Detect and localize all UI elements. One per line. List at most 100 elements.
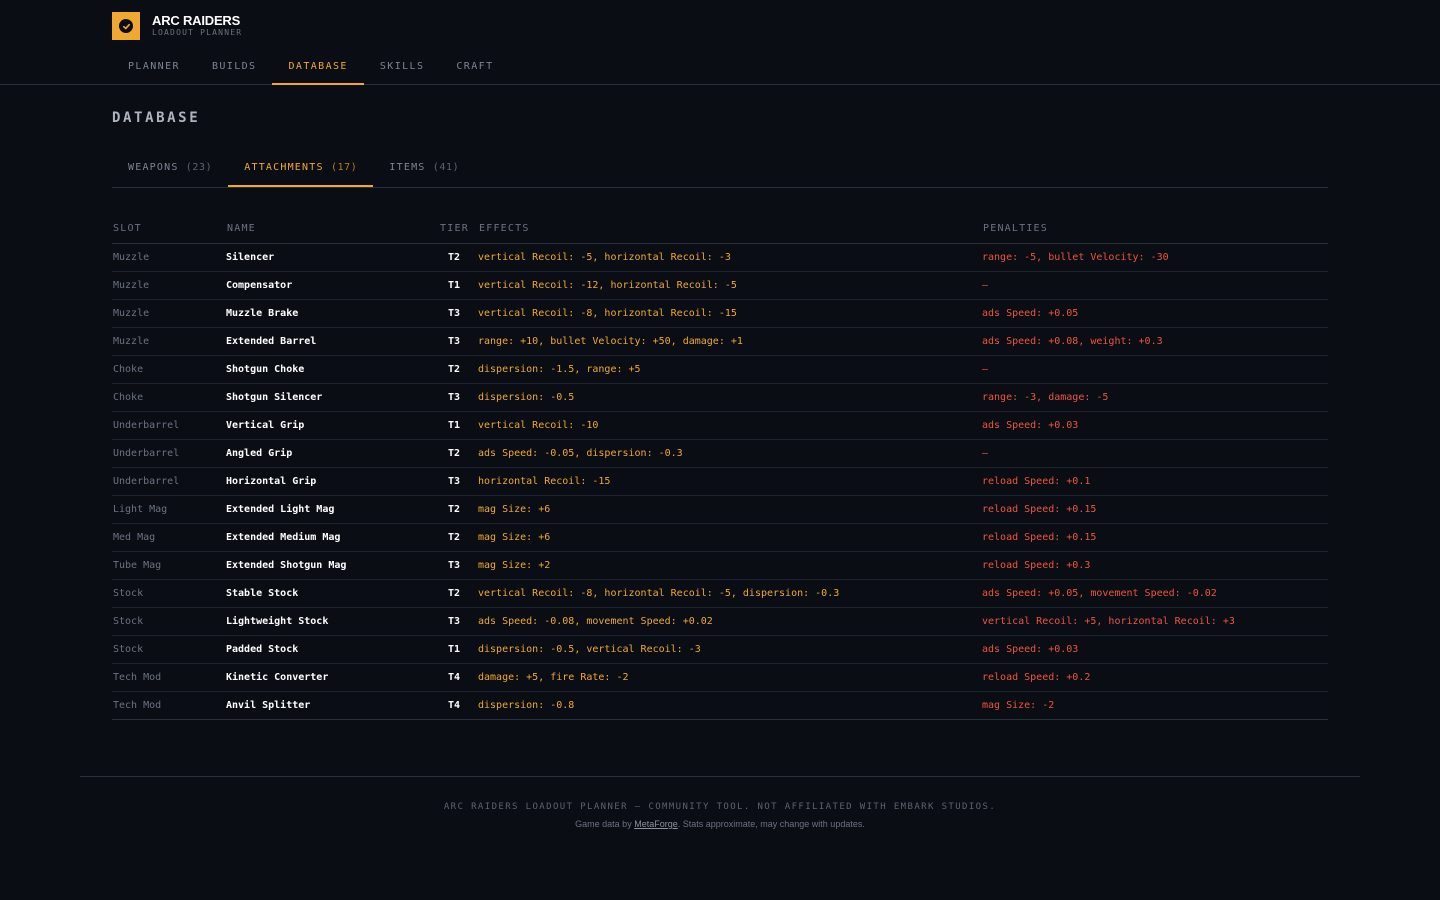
subtab-attachments[interactable]: ATTACHMENTS (17) [228,152,374,187]
table-row[interactable]: Choke Shotgun Choke T2 dispersion: -1.5, ra… [112,355,1328,384]
penalties-cell: — [982,355,1328,384]
effects-cell: dispersion: -1.5, range: +5 [478,355,982,384]
table-row[interactable]: Choke Shotgun Silencer T3 dispersion: -0.5 r… [112,383,1328,412]
table-row[interactable]: Stock Stable Stock T2 vertical Recoil: -8, … [112,579,1328,608]
nav-tab-craft[interactable]: CRAFT [440,54,509,85]
table-row[interactable]: Light Mag Extended Light Mag T2 mag Size: +… [112,495,1328,524]
name-cell: Lightweight Stock [226,607,430,636]
attachments-table: SLOT NAME TIER EFFECTS PENALTIES Muzzle S… [112,214,1328,720]
effects-cell: damage: +5, fire Rate: -2 [478,663,982,692]
slot-cell: Stock [112,607,226,636]
penalties-cell: vertical Recoil: +5, horizontal Recoil: … [982,607,1328,636]
table-row[interactable]: Tech Mod Anvil Splitter T4 dispersion: -0.8… [112,691,1328,720]
table-row[interactable]: Muzzle Muzzle Brake T3 vertical Recoil: -8,… [112,299,1328,328]
slot-cell: Stock [112,635,226,664]
name-cell: Shotgun Choke [226,355,430,384]
tier-cell: T2 [430,523,478,552]
effects-cell: ads Speed: -0.05, dispersion: -0.3 [478,439,982,468]
subtab-count: (41) [432,162,460,173]
table-row[interactable]: Underbarrel Angled Grip T2 ads Speed: -0.05… [112,439,1328,468]
slot-cell: Muzzle [112,271,226,300]
table-row[interactable]: Underbarrel Horizontal Grip T3 horizontal R… [112,467,1328,496]
effects-cell: ads Speed: -0.08, movement Speed: +0.02 [478,607,982,636]
table-row[interactable]: Stock Lightweight Stock T3 ads Speed: -0.08… [112,607,1328,636]
main-nav: PLANNER BUILDS DATABASE SKILLS CRAFT [112,54,510,85]
effects-cell: dispersion: -0.5, vertical Recoil: -3 [478,635,982,664]
tier-cell: T3 [430,383,478,412]
page-footer: ARC RAIDERS LOADOUT PLANNER — COMMUNITY … [80,776,1360,829]
table-row[interactable]: Tube Mag Extended Shotgun Mag T3 mag Size: … [112,551,1328,580]
footer-credits-suffix: . Stats approximate, may change with upd… [677,819,865,829]
nav-tab-database[interactable]: DATABASE [272,54,364,85]
name-cell: Stable Stock [226,579,430,608]
slot-cell: Med Mag [112,523,226,552]
database-subtabs: WEAPONS (23) ATTACHMENTS (17) ITEMS (41) [112,152,1328,188]
effects-cell: vertical Recoil: -12, horizontal Recoil:… [478,271,982,300]
effects-cell: mag Size: +2 [478,551,982,580]
effects-cell: vertical Recoil: -8, horizontal Recoil: … [478,579,982,608]
name-cell: Extended Barrel [226,327,430,356]
effects-cell: vertical Recoil: -5, horizontal Recoil: … [478,243,982,272]
name-cell: Horizontal Grip [226,467,430,496]
name-cell: Muzzle Brake [226,299,430,328]
tier-cell: T4 [430,663,478,692]
penalties-cell: — [982,439,1328,468]
effects-cell: dispersion: -0.5 [478,383,982,412]
name-cell: Extended Shotgun Mag [226,551,430,580]
slot-cell: Underbarrel [112,411,226,440]
name-cell: Anvil Splitter [226,691,430,720]
footer-disclaimer: ARC RAIDERS LOADOUT PLANNER — COMMUNITY … [443,802,997,812]
table-row[interactable]: Muzzle Extended Barrel T3 range: +10, bulle… [112,327,1328,356]
tier-cell: T1 [430,411,478,440]
nav-tab-builds[interactable]: BUILDS [196,54,273,85]
name-cell: Padded Stock [226,635,430,664]
column-header-slot[interactable]: SLOT [112,214,226,244]
slot-cell: Muzzle [112,243,226,272]
name-cell: Kinetic Converter [226,663,430,692]
tier-cell: T2 [430,495,478,524]
tier-cell: T2 [430,439,478,468]
subtab-weapons[interactable]: WEAPONS (23) [112,152,228,187]
footer-credits: Game data by MetaForge. Stats approximat… [80,819,1360,829]
slot-cell: Underbarrel [112,467,226,496]
table-row[interactable]: Med Mag Extended Medium Mag T2 mag Size: +6… [112,523,1328,552]
name-cell: Vertical Grip [226,411,430,440]
penalties-cell: reload Speed: +0.3 [982,551,1328,580]
column-header-tier[interactable]: TIER [430,214,478,244]
slot-cell: Light Mag [112,495,226,524]
slot-cell: Muzzle [112,327,226,356]
table-row[interactable]: Muzzle Compensator T1 vertical Recoil: -12,… [112,271,1328,300]
subtab-label: ITEMS [389,162,426,173]
page-title: DATABASE [112,110,201,126]
slot-cell: Choke [112,383,226,412]
tier-cell: T3 [430,299,478,328]
table-row[interactable]: Underbarrel Vertical Grip T1 vertical Recoi… [112,411,1328,440]
effects-cell: mag Size: +6 [478,523,982,552]
footer-credits-prefix: Game data by [575,819,632,829]
table-row[interactable]: Tech Mod Kinetic Converter T4 damage: +5, f… [112,663,1328,692]
name-cell: Shotgun Silencer [226,383,430,412]
effects-cell: range: +10, bullet Velocity: +50, damage… [478,327,982,356]
tier-cell: T1 [430,635,478,664]
brand-title: ARC RAIDERS [152,13,241,28]
logo[interactable] [112,12,140,40]
subtab-items[interactable]: ITEMS (41) [373,152,475,187]
tier-cell: T2 [430,579,478,608]
penalties-cell: ads Speed: +0.05 [982,299,1328,328]
nav-tab-skills[interactable]: SKILLS [364,54,441,85]
subtab-label: ATTACHMENTS [244,162,324,173]
table-row[interactable]: Muzzle Silencer T2 vertical Recoil: -5, hor… [112,243,1328,272]
app-header: ARC RAIDERS LOADOUT PLANNER PLANNER BUIL… [0,0,1440,85]
checkmark-icon [119,19,133,33]
metaforge-link[interactable]: MetaForge [634,819,678,829]
penalties-cell: reload Speed: +0.2 [982,663,1328,692]
column-header-penalties[interactable]: PENALTIES [982,214,1328,244]
column-header-effects[interactable]: EFFECTS [478,214,982,244]
table-row[interactable]: Stock Padded Stock T1 dispersion: -0.5, ver… [112,635,1328,664]
column-header-name[interactable]: NAME [226,214,430,244]
name-cell: Compensator [226,271,430,300]
penalties-cell: reload Speed: +0.15 [982,495,1328,524]
name-cell: Extended Medium Mag [226,523,430,552]
nav-tab-planner[interactable]: PLANNER [112,54,196,85]
tier-cell: T3 [430,607,478,636]
